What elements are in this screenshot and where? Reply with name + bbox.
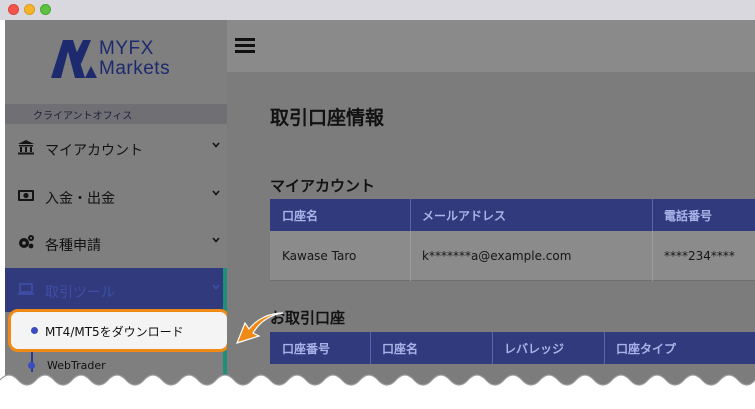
chevron-down-icon bbox=[212, 237, 220, 243]
gears-icon bbox=[19, 235, 34, 249]
my-account-table-header: 口座名 メールアドレス 電話番号 bbox=[270, 199, 755, 231]
column-header: 電話番号 bbox=[664, 209, 713, 223]
logo-text: MYFX Markets bbox=[99, 39, 170, 79]
column-header: 口座タイプ bbox=[616, 342, 677, 356]
laptop-icon bbox=[18, 283, 34, 295]
chevron-down-icon bbox=[212, 284, 220, 290]
logo-line-1: MYFX bbox=[99, 38, 154, 59]
column-divider bbox=[370, 332, 371, 364]
column-divider bbox=[604, 332, 605, 364]
account-name-cell: Kawase Taro bbox=[282, 249, 357, 263]
column-divider bbox=[652, 231, 653, 281]
page-frame: MYFX Markets クライアントオフィス マイアカウント 入金・出金 各種… bbox=[5, 20, 755, 409]
column-divider bbox=[410, 231, 411, 281]
sidebar-item-label: 取引ツール bbox=[45, 285, 115, 301]
logo-line-2: Markets bbox=[99, 58, 171, 79]
sidebar-item-my-account[interactable]: マイアカウント bbox=[5, 126, 227, 170]
money-icon bbox=[18, 190, 34, 201]
sidebar-item-label: 入金・出金 bbox=[45, 191, 115, 207]
brand-logo[interactable]: MYFX Markets bbox=[51, 38, 191, 82]
maximize-window-button[interactable] bbox=[40, 4, 51, 15]
browser-window: MYFX Markets クライアントオフィス マイアカウント 入金・出金 各種… bbox=[0, 0, 755, 409]
column-divider bbox=[410, 199, 411, 231]
torn-edge-decoration bbox=[0, 374, 755, 409]
column-header: 口座番号 bbox=[282, 342, 331, 356]
chevron-down-icon bbox=[212, 190, 220, 196]
menu-toggle-icon[interactable] bbox=[235, 38, 255, 54]
chevron-down-icon bbox=[212, 142, 220, 148]
table-row: Kawase Taro k*******a@example.com ****23… bbox=[270, 231, 755, 281]
column-header: メールアドレス bbox=[422, 209, 507, 223]
bank-icon bbox=[18, 140, 34, 155]
logo-mark-icon bbox=[51, 40, 97, 78]
sidebar-item-deposit-withdraw[interactable]: 入金・出金 bbox=[5, 174, 227, 218]
submenu-item-label: MT4/MT5をダウンロード bbox=[45, 325, 184, 339]
column-divider bbox=[652, 199, 653, 231]
close-window-button[interactable] bbox=[8, 4, 19, 15]
top-bar bbox=[227, 20, 755, 72]
office-section-label: クライアントオフィス bbox=[33, 111, 133, 122]
phone-cell: ****234**** bbox=[664, 249, 735, 263]
page-title: 取引口座情報 bbox=[270, 107, 385, 129]
column-header: レバレッジ bbox=[504, 342, 565, 356]
sidebar-item-trading-tools[interactable]: 取引ツール bbox=[5, 268, 227, 312]
column-header: 口座名 bbox=[282, 209, 319, 223]
sidebar-item-label: 各種申請 bbox=[45, 238, 101, 254]
email-cell: k*******a@example.com bbox=[422, 249, 572, 263]
my-account-section-title: マイアカウント bbox=[270, 177, 376, 195]
sidebar-item-label: マイアカウント bbox=[45, 143, 143, 159]
column-divider bbox=[492, 332, 493, 364]
pointer-arrow-icon bbox=[235, 312, 284, 344]
submenu-bullet bbox=[31, 327, 38, 334]
submenu-item-download-mt4-mt5[interactable]: MT4/MT5をダウンロード bbox=[8, 309, 230, 352]
window-titlebar bbox=[0, 0, 755, 20]
minimize-window-button[interactable] bbox=[24, 4, 35, 15]
trading-accounts-table-header: 口座番号 口座名 レバレッジ 口座タイプ bbox=[270, 332, 755, 364]
sidebar-item-applications[interactable]: 各種申請 bbox=[5, 221, 227, 265]
column-header: 口座名 bbox=[382, 342, 419, 356]
